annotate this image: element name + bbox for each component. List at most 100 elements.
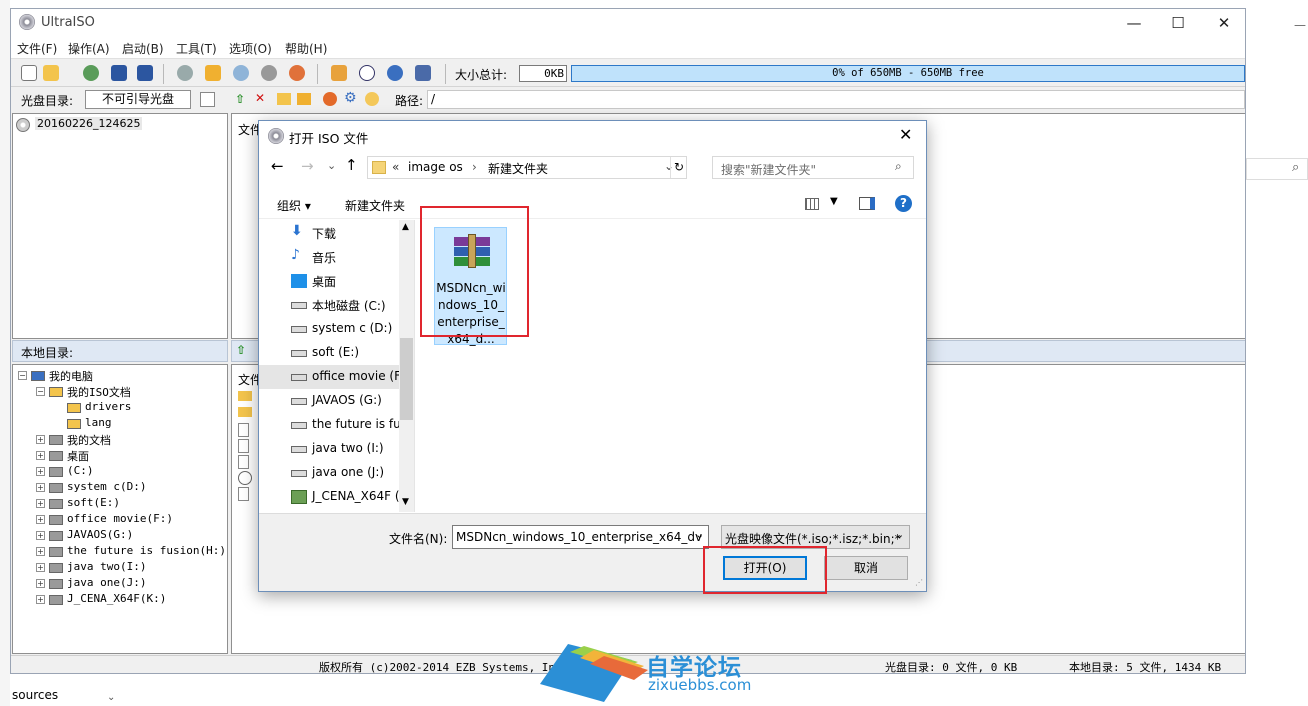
local-tree-item[interactable]: 我的ISO文档 (67, 384, 131, 400)
nav-item[interactable]: system c (D:) (259, 317, 399, 341)
organize-button[interactable]: 组织 ▾ (277, 197, 311, 214)
open-icon[interactable] (43, 65, 59, 81)
local-tree-item[interactable]: system c(D:) (67, 480, 146, 493)
refresh-icon[interactable] (323, 92, 337, 106)
scroll-down-icon[interactable]: ▼ (402, 497, 409, 507)
nav-item[interactable]: 本地磁盘 (C:) (259, 293, 399, 317)
view-dropdown-icon[interactable]: ▼ (830, 196, 838, 207)
cancel-button[interactable]: 取消 (824, 556, 908, 580)
rename-icon[interactable] (297, 93, 311, 105)
file-icon[interactable] (238, 439, 249, 453)
local-tree-item[interactable]: drivers (85, 400, 131, 413)
preview-pane-icon[interactable] (859, 197, 875, 210)
menu-help[interactable]: 帮助(H) (285, 40, 327, 57)
tree-expander-icon[interactable]: + (36, 515, 45, 524)
tree-expander-icon[interactable]: + (36, 547, 45, 556)
info-icon[interactable] (359, 65, 375, 81)
local-tree-item[interactable]: 我的电脑 (49, 368, 93, 384)
breadcrumb-new-folder[interactable]: 新建文件夹 (488, 160, 548, 177)
file-icon[interactable] (238, 487, 249, 501)
file-icon[interactable] (238, 423, 249, 437)
local-tree-item[interactable]: office movie(F:) (67, 512, 173, 525)
local-tree-item[interactable]: soft(E:) (67, 496, 120, 509)
nav-item[interactable]: ♪ 音乐 (259, 245, 399, 269)
tree-expander-icon[interactable]: + (36, 467, 45, 476)
search-icon[interactable]: ⌕ (895, 159, 902, 174)
refresh-icon[interactable]: ↻ (670, 157, 687, 178)
local-tree-item[interactable]: JAVAOS(G:) (67, 528, 133, 541)
delete-icon[interactable]: ✕ (255, 91, 265, 105)
breadcrumb-overflow[interactable]: « (392, 160, 399, 174)
compress-icon[interactable] (233, 65, 249, 81)
local-tree-item[interactable]: lang (85, 416, 112, 429)
background-sources-item[interactable]: sources (12, 688, 58, 702)
resize-grip-icon[interactable]: ⋰ (915, 578, 923, 587)
local-tree-item[interactable]: J_CENA_X64F(K:) (67, 592, 166, 605)
local-tree-item[interactable]: 我的文档 (67, 432, 111, 448)
disc-file-icon[interactable] (238, 471, 252, 485)
path-field[interactable]: / (427, 90, 1245, 109)
folder-icon[interactable] (238, 407, 252, 417)
address-bar[interactable]: « image os › 新建文件夹 ⌄ ↻ (367, 156, 687, 179)
file-type-dropdown-icon[interactable]: ⌄ (895, 528, 904, 541)
mount-icon[interactable] (177, 65, 193, 81)
capacity-bar[interactable]: 0% of 650MB - 650MB free (571, 65, 1245, 82)
nav-item[interactable]: soft (E:) (259, 341, 399, 365)
scroll-thumb[interactable] (400, 338, 413, 420)
tree-expander-icon[interactable]: + (36, 451, 45, 460)
tree-expander-icon[interactable]: − (36, 387, 45, 396)
convert-icon[interactable] (289, 65, 305, 81)
options-icon[interactable] (331, 65, 347, 81)
nav-item[interactable]: the future is fusion (H:) (259, 413, 399, 437)
nav-item[interactable]: office movie (F:) (259, 365, 399, 389)
breadcrumb-image-os[interactable]: image os (408, 160, 463, 174)
tree-expander-icon[interactable]: + (36, 563, 45, 572)
tree-expander-icon[interactable]: + (36, 483, 45, 492)
new-folder-icon[interactable] (277, 93, 291, 105)
maximize-button[interactable]: ☐ (1155, 9, 1201, 37)
nav-item[interactable]: ⬇ 下载 (259, 221, 399, 245)
cd-root-item[interactable]: 20160226_124625 (35, 117, 143, 130)
folder-icon[interactable] (238, 391, 252, 401)
extract-icon[interactable] (83, 65, 99, 81)
up-arrow-icon[interactable]: ↑ (345, 156, 358, 174)
view-options-icon[interactable] (805, 198, 819, 210)
new-folder-button[interactable]: 新建文件夹 (345, 197, 405, 214)
nav-item[interactable]: J_CENA_X64F (K:) (259, 485, 399, 509)
file-name-dropdown-icon[interactable]: ⌄ (695, 528, 704, 541)
nav-item[interactable]: java one (J:) (259, 461, 399, 485)
virtual-drive-icon[interactable] (205, 65, 221, 81)
search-input[interactable]: 搜索"新建文件夹" (712, 156, 914, 179)
minimize-button[interactable]: — (1111, 9, 1157, 37)
settings-gear-icon[interactable]: ⚙ (344, 90, 357, 106)
local-up-dir-icon[interactable]: ⇧ (236, 343, 246, 357)
tree-expander-icon[interactable]: − (18, 371, 27, 380)
boot-status-field[interactable]: 不可引导光盘 (85, 90, 191, 109)
nav-item[interactable]: 桌面 (259, 269, 399, 293)
recent-dropdown-icon[interactable]: ⌄ (327, 159, 336, 172)
file-name-input[interactable]: MSDNcn_windows_10_enterprise_x64_dv (452, 525, 709, 549)
up-dir-icon[interactable]: ⇧ (235, 92, 249, 106)
local-tree-item[interactable]: (C:) (67, 464, 94, 477)
tree-expander-icon[interactable]: + (36, 531, 45, 540)
local-tree-item[interactable]: the future is fusion(H:) (67, 544, 226, 557)
nav-item[interactable]: java two (I:) (259, 437, 399, 461)
tree-expander-icon[interactable]: + (36, 435, 45, 444)
local-tree-item[interactable]: 桌面 (67, 448, 89, 464)
tree-expander-icon[interactable]: + (36, 579, 45, 588)
save-as-icon[interactable] (137, 65, 153, 81)
menu-boot[interactable]: 启动(B) (122, 40, 164, 57)
tree-expander-icon[interactable]: + (36, 595, 45, 604)
save-icon[interactable] (111, 65, 127, 81)
menu-action[interactable]: 操作(A) (68, 40, 110, 57)
burn-icon[interactable] (261, 65, 277, 81)
cd-properties-icon[interactable] (365, 92, 379, 106)
menu-file[interactable]: 文件(F) (17, 40, 57, 57)
help-icon[interactable] (387, 65, 403, 81)
new-icon[interactable] (21, 65, 37, 81)
file-icon[interactable] (238, 455, 249, 469)
forward-arrow-icon[interactable]: → (301, 157, 314, 175)
local-tree-item[interactable]: java two(I:) (67, 560, 146, 573)
local-tree-item[interactable]: java one(J:) (67, 576, 146, 589)
boot-properties-icon[interactable] (200, 92, 215, 107)
